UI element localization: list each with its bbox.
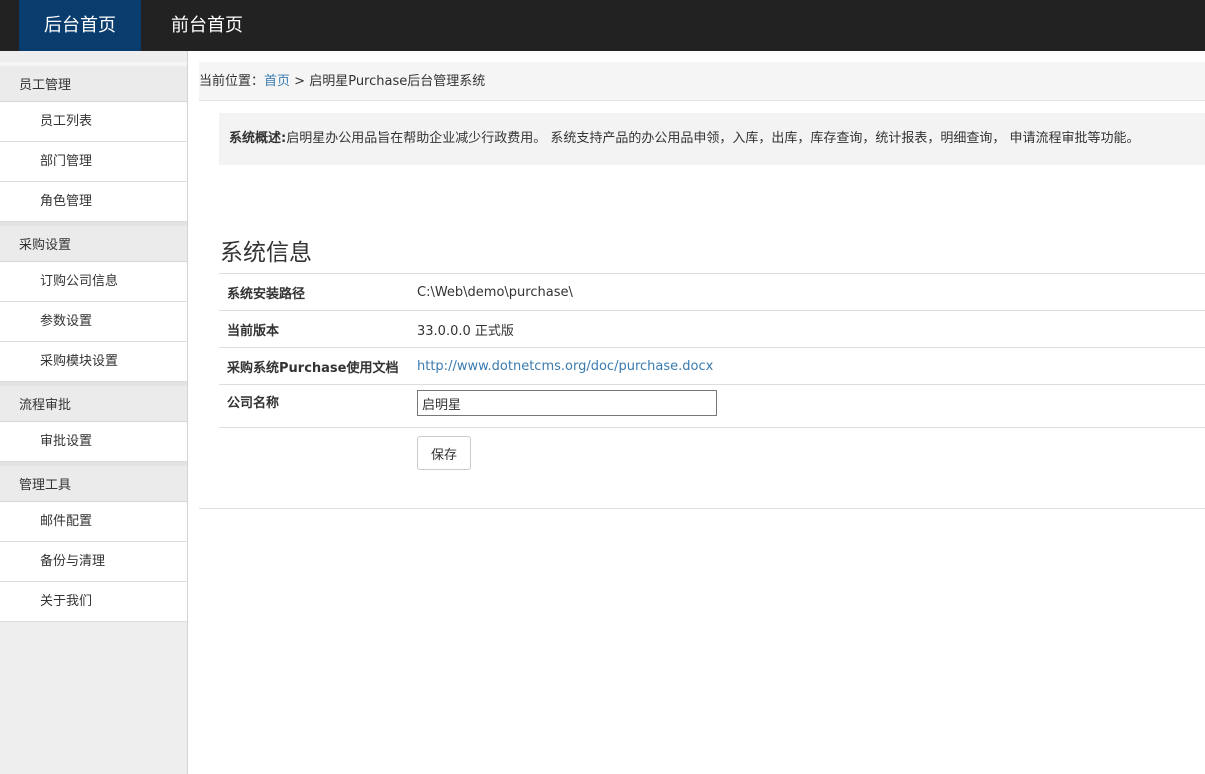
sidebar-item-mail[interactable]: 邮件配置 <box>0 502 187 542</box>
version-value: 33.0.0.0 正式版 <box>409 310 1205 348</box>
table-row: 采购系统Purchase使用文档 http://www.dotnetcms.or… <box>219 347 1205 385</box>
sidebar: 员工管理 员工列表 部门管理 角色管理 采购设置 订购公司信息 参数设置 采购模… <box>0 51 188 774</box>
doc-link[interactable]: http://www.dotnetcms.org/doc/purchase.do… <box>417 359 713 374</box>
top-nav: 后台首页 前台首页 <box>0 0 1205 51</box>
table-row: 保存 <box>219 427 1205 480</box>
company-name-label: 公司名称 <box>219 384 409 428</box>
breadcrumb-current: 启明星Purchase后台管理系统 <box>309 74 486 89</box>
sidebar-item-parameters[interactable]: 参数设置 <box>0 302 187 342</box>
sidebar-item-backup[interactable]: 备份与清理 <box>0 542 187 582</box>
breadcrumb-home-link[interactable]: 首页 <box>264 74 290 89</box>
sidebar-item-approval-settings[interactable]: 审批设置 <box>0 422 187 462</box>
sidebar-group-purchase[interactable]: 采购设置 <box>0 222 187 262</box>
version-label: 当前版本 <box>219 310 409 348</box>
sidebar-item-company-info[interactable]: 订购公司信息 <box>0 262 187 302</box>
page-title: 系统信息 <box>220 240 312 266</box>
system-overview: 系统概述:启明星办公用品旨在帮助企业减少行政费用。 系统支持产品的办公用品申领，… <box>219 113 1205 165</box>
doc-label: 采购系统Purchase使用文档 <box>219 347 409 385</box>
sidebar-group-approval[interactable]: 流程审批 <box>0 382 187 422</box>
install-path-value: C:\Web\demo\purchase\ <box>409 273 1205 311</box>
sidebar-item-staff-list[interactable]: 员工列表 <box>0 102 187 142</box>
sidebar-item-about[interactable]: 关于我们 <box>0 582 187 622</box>
breadcrumb: 当前位置：首页 > 启明星Purchase后台管理系统 <box>199 62 1205 101</box>
save-button[interactable]: 保存 <box>417 436 471 470</box>
table-row: 系统安装路径 C:\Web\demo\purchase\ <box>219 273 1205 311</box>
table-row: 当前版本 33.0.0.0 正式版 <box>219 310 1205 348</box>
sidebar-item-roles[interactable]: 角色管理 <box>0 182 187 222</box>
breadcrumb-prefix: 当前位置： <box>199 74 265 89</box>
tab-frontend-home[interactable]: 前台首页 <box>141 0 273 51</box>
overview-label: 系统概述: <box>229 131 287 146</box>
breadcrumb-separator: > <box>290 74 310 89</box>
install-path-label: 系统安装路径 <box>219 273 409 311</box>
tab-backend-home[interactable]: 后台首页 <box>19 0 141 51</box>
divider <box>199 507 1205 509</box>
sidebar-item-modules[interactable]: 采购模块设置 <box>0 342 187 382</box>
table-row: 公司名称 <box>219 384 1205 428</box>
system-info-table: 系统安装路径 C:\Web\demo\purchase\ 当前版本 33.0.0… <box>219 273 1205 480</box>
sidebar-item-departments[interactable]: 部门管理 <box>0 142 187 182</box>
overview-text: 启明星办公用品旨在帮助企业减少行政费用。 系统支持产品的办公用品申领，入库，出库… <box>286 131 1140 146</box>
sidebar-group-tools[interactable]: 管理工具 <box>0 462 187 502</box>
company-name-input[interactable] <box>417 390 717 416</box>
sidebar-group-staff[interactable]: 员工管理 <box>0 62 187 102</box>
main-content: 当前位置：首页 > 启明星Purchase后台管理系统 系统概述:启明星办公用品… <box>199 62 1205 509</box>
